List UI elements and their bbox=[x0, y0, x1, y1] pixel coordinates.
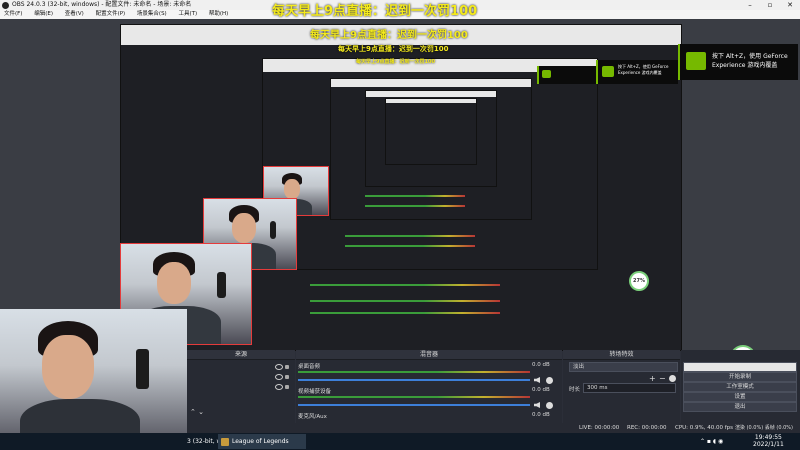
webcam-feed bbox=[0, 309, 187, 450]
clock-date: 2022/1/11 bbox=[753, 441, 784, 448]
stream-banner: 每天早上9点直播：迟到一次罚100 bbox=[272, 4, 478, 19]
stream-banner-nested: 每天早上9点直播：迟到一次罚100 bbox=[310, 30, 468, 41]
nested-meter-6 bbox=[365, 195, 465, 197]
obs-app-icon bbox=[2, 2, 9, 9]
nested-meter-2 bbox=[310, 300, 500, 302]
add-transition-button[interactable]: + bbox=[649, 374, 656, 383]
nvidia-overlay-nested: 按下 Alt+Z，使用 GeForce Experience 游戏内覆盖 bbox=[596, 60, 678, 84]
rec-time: REC: 00:00:00 bbox=[627, 425, 667, 431]
menu-view[interactable]: 查看(V) bbox=[65, 11, 84, 17]
speaker-icon[interactable] bbox=[534, 402, 540, 408]
mixer-channel-db: 0.0 dB bbox=[532, 387, 550, 393]
mixer-volume-slider[interactable] bbox=[298, 404, 530, 406]
mixer-channel-db: 0.0 dB bbox=[532, 412, 550, 418]
menu-help[interactable]: 帮助(H) bbox=[209, 11, 228, 17]
nvidia-notice-text: 按下 Alt+Z，使用 GeForce Experience 游戏内覆盖 bbox=[712, 53, 788, 69]
visibility-eye-icon[interactable] bbox=[275, 364, 283, 370]
nvidia-notice-text-nested: 按下 Alt+Z，使用 GeForce Experience 游戏内覆盖 bbox=[618, 64, 669, 75]
gear-icon[interactable] bbox=[546, 377, 553, 384]
nested-capture-5 bbox=[385, 98, 477, 165]
cpu-usage: CPU: 0.9%, 40.00 fps bbox=[675, 425, 734, 431]
transitions-panel-title: 转场特效 bbox=[563, 350, 680, 360]
menu-scene-collection[interactable]: 场景集合(S) bbox=[137, 11, 167, 17]
mixer-meter bbox=[298, 396, 530, 398]
gear-icon[interactable] bbox=[669, 375, 676, 382]
nvidia-overlay-nested-2 bbox=[537, 66, 596, 84]
transitions-panel: 转场特效 淡出 + − 时长 300 ms bbox=[563, 350, 680, 423]
duration-label: 时长 bbox=[569, 387, 581, 393]
clock[interactable]: 19:49:55 2022/1/11 bbox=[753, 434, 784, 448]
sources-panel: 来源 ⌃ ⌄ bbox=[187, 350, 295, 423]
menu-tools[interactable]: 工具(T) bbox=[178, 11, 197, 17]
status-bar: LIVE: 00:00:00 REC: 00:00:00 CPU: 0.9%, … bbox=[187, 423, 800, 433]
taskbar-league-label: League of Legends bbox=[232, 438, 289, 445]
duration-input[interactable]: 300 ms bbox=[583, 383, 676, 393]
maximize-button[interactable]: ▫ bbox=[760, 0, 780, 10]
lock-icon[interactable] bbox=[285, 385, 289, 389]
menu-file[interactable]: 文件(F) bbox=[4, 11, 22, 17]
dropped-frames: 渲染 (0.0%) 丢帧 (0.0%) bbox=[735, 425, 793, 431]
mixer-channel-name: 视频捕获设备 bbox=[298, 389, 332, 395]
clock-time: 19:49:55 bbox=[754, 434, 782, 441]
taskbar: 3 (32-bit, windows) League of Legends ⌃ … bbox=[0, 433, 800, 450]
nvidia-logo-icon bbox=[686, 52, 706, 70]
visibility-eye-icon[interactable] bbox=[275, 374, 283, 380]
mixer-meter bbox=[298, 371, 530, 373]
sources-panel-title: 来源 bbox=[187, 350, 295, 360]
nvidia-overlay-notice: 按下 Alt+Z，使用 GeForce Experience 游戏内覆盖 bbox=[678, 44, 798, 80]
mixer-channel-name: 麦克风/Aux bbox=[298, 414, 327, 420]
controls-panel: 开始录制 工作室模式 设置 退出 bbox=[681, 350, 800, 423]
start-streaming-button[interactable] bbox=[683, 362, 797, 372]
studio-mode-button[interactable]: 工作室模式 bbox=[683, 382, 797, 392]
nested-meter-5 bbox=[345, 245, 475, 247]
mixer-channel-name: 桌面音频 bbox=[298, 364, 321, 370]
stream-banner-nested-2: 每天早上9点直播：迟到一次罚100 bbox=[338, 45, 449, 53]
menu-profile[interactable]: 配置文件(P) bbox=[96, 11, 126, 17]
progress-badge-nested: 27% bbox=[629, 271, 649, 291]
audio-mixer-panel: 混音器 桌面音频 0.0 dB 视频捕获设备 0.0 dB 麦克风/Aux 0.… bbox=[296, 350, 562, 423]
nested-meter-4 bbox=[345, 235, 475, 237]
window-title: OBS 24.0.3 (32-bit, windows) - 配置文件: 未命名… bbox=[12, 1, 192, 8]
mixer-channel-db: 0.0 dB bbox=[532, 362, 550, 368]
gear-icon[interactable] bbox=[546, 402, 553, 409]
remove-transition-button[interactable]: − bbox=[659, 374, 666, 383]
nested-meter-7 bbox=[365, 205, 465, 207]
nested-meter-3 bbox=[310, 312, 500, 314]
visibility-eye-icon[interactable] bbox=[275, 384, 283, 390]
close-button[interactable]: ✕ bbox=[780, 0, 800, 10]
speaker-icon[interactable] bbox=[534, 377, 540, 383]
start-recording-button[interactable]: 开始录制 bbox=[683, 372, 797, 382]
nested-meter-1 bbox=[310, 284, 500, 286]
taskbar-league[interactable]: League of Legends bbox=[218, 434, 306, 449]
chevron-up-icon[interactable]: ⌃ ⌄ bbox=[190, 408, 204, 416]
lock-icon[interactable] bbox=[285, 375, 289, 379]
settings-button[interactable]: 设置 bbox=[683, 392, 797, 402]
exit-button[interactable]: 退出 bbox=[683, 402, 797, 412]
transition-type-select[interactable]: 淡出 bbox=[569, 362, 678, 372]
mixer-volume-slider[interactable] bbox=[298, 379, 530, 381]
tray-icons[interactable]: ⌃ ▪ ◖ ◉ bbox=[700, 434, 740, 449]
lock-icon[interactable] bbox=[285, 365, 289, 369]
stream-banner-nested-3: 每天早上9点直播：迟到一次罚100 bbox=[356, 59, 435, 65]
minimize-button[interactable]: – bbox=[740, 0, 760, 10]
audio-mixer-title: 混音器 bbox=[296, 350, 562, 360]
live-time: LIVE: 00:00:00 bbox=[579, 425, 620, 431]
league-icon bbox=[221, 438, 229, 446]
menu-edit[interactable]: 编辑(E) bbox=[34, 11, 53, 17]
